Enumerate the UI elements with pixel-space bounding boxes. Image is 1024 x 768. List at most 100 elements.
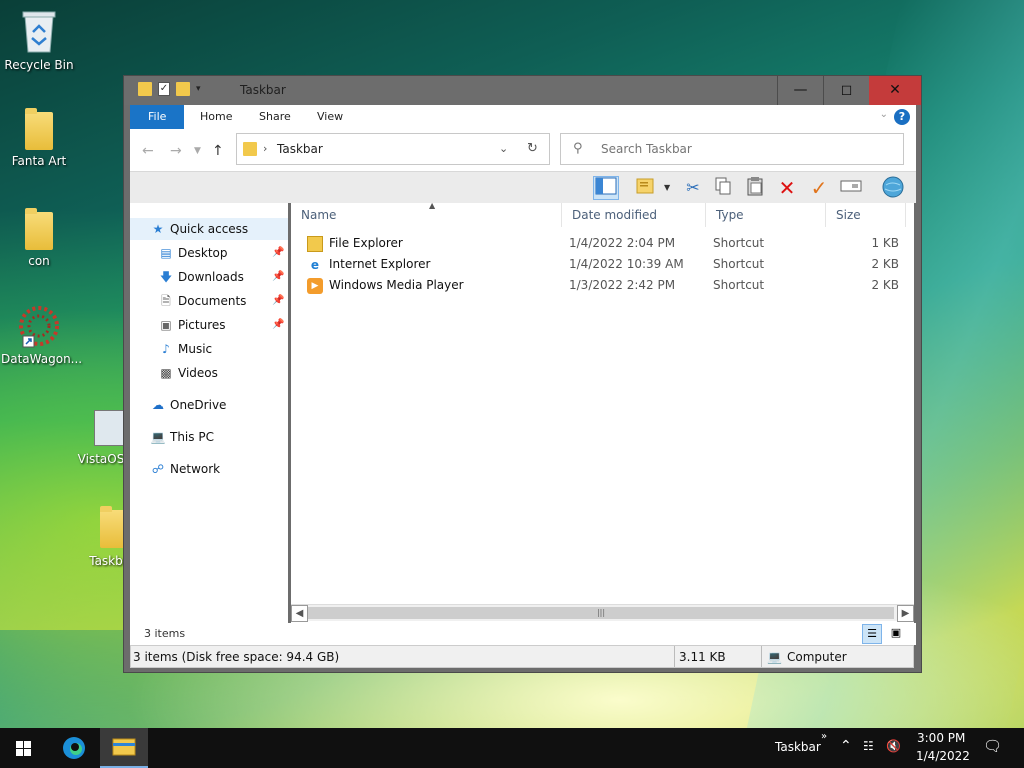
desktop-icon-fanta-art[interactable]: Fanta Art xyxy=(1,108,77,168)
scroll-right-icon[interactable]: ▶ xyxy=(897,605,914,622)
large-icons-view-icon[interactable]: ▣ xyxy=(886,624,906,644)
nav-item-quick-access[interactable]: ★ Quick access xyxy=(130,218,288,240)
document-icon: 🗎 xyxy=(161,294,171,308)
internet-explorer-icon: e xyxy=(310,258,320,272)
tab-file[interactable]: File xyxy=(130,105,185,129)
nav-item-desktop[interactable]: ▤ Desktop 📌 xyxy=(130,242,288,264)
pin-icon[interactable]: 📌 xyxy=(272,266,284,288)
nav-item-videos[interactable]: ▩ Videos xyxy=(130,362,288,384)
paste-icon[interactable] xyxy=(742,176,768,200)
file-list: ▲ Name Date modified Type Size File Expl… xyxy=(291,201,914,642)
address-dropdown-icon[interactable]: ⌄ xyxy=(499,142,508,155)
taskbar-edge[interactable] xyxy=(50,728,98,768)
table-row[interactable]: e Internet Explorer 1/4/2022 10:39 AM Sh… xyxy=(307,254,903,275)
file-explorer-icon xyxy=(307,236,323,252)
notifications-icon[interactable]: 🗨 xyxy=(983,737,1002,755)
forward-icon[interactable]: → xyxy=(170,143,182,159)
globe-icon[interactable] xyxy=(880,176,906,200)
table-row[interactable]: ▶ Windows Media Player 1/3/2022 2:42 PM … xyxy=(307,275,903,296)
desktop-icon-recycle-bin[interactable]: Recycle Bin xyxy=(1,8,77,72)
desktop-icon-label: VistaOS xyxy=(77,452,125,466)
show-hidden-icons-icon[interactable]: ⌃ xyxy=(840,738,852,754)
file-name: Windows Media Player xyxy=(329,278,464,292)
clock-date[interactable]: 1/4/2022 xyxy=(916,749,970,763)
table-row[interactable]: File Explorer 1/4/2022 2:04 PM Shortcut … xyxy=(307,233,903,254)
taskbar-file-explorer[interactable] xyxy=(100,728,148,768)
accept-icon[interactable]: ✓ xyxy=(806,176,832,200)
copy-icon[interactable] xyxy=(710,176,736,200)
horizontal-scrollbar[interactable]: ◀ ||| ▶ xyxy=(291,604,914,622)
file-name: Internet Explorer xyxy=(329,257,431,271)
nav-item-documents[interactable]: 🗎 Documents 📌 xyxy=(130,290,288,312)
nav-item-network[interactable]: ☍ Network xyxy=(130,458,288,480)
pin-icon[interactable]: 📌 xyxy=(272,242,284,264)
desktop-icon-vistaos[interactable]: VistaOS xyxy=(76,410,126,466)
refresh-icon[interactable]: ↻ xyxy=(527,141,538,156)
rename-icon[interactable] xyxy=(838,176,864,200)
minimize-button[interactable]: — xyxy=(777,76,823,105)
help-icon[interactable]: ? xyxy=(894,109,910,125)
new-folder-icon[interactable] xyxy=(633,176,659,200)
network-icon: ☍ xyxy=(151,462,165,476)
column-header-date[interactable]: Date modified xyxy=(562,203,706,227)
status-location: Computer xyxy=(787,650,847,664)
nav-item-label: This PC xyxy=(170,430,214,444)
search-box[interactable]: ⚲ xyxy=(560,133,904,165)
nav-item-this-pc[interactable]: 💻 This PC xyxy=(130,426,288,448)
column-header-type[interactable]: Type xyxy=(706,203,826,227)
nav-item-label: Documents xyxy=(178,294,247,308)
desktop-icon-taskbar-folder[interactable]: Taskb xyxy=(86,506,128,568)
nav-item-pictures[interactable]: ▣ Pictures 📌 xyxy=(130,314,288,336)
maximize-button[interactable]: ◻ xyxy=(823,76,869,105)
clock-time[interactable]: 3:00 PM xyxy=(917,731,965,745)
taskbar-toolbar-label[interactable]: Taskbar xyxy=(775,740,821,754)
start-button[interactable] xyxy=(0,728,48,768)
customize-toolbar-icon[interactable]: ▾ xyxy=(196,84,201,94)
search-input[interactable] xyxy=(601,140,891,158)
new-folder-dropdown-icon[interactable]: ▼ xyxy=(664,183,670,192)
breadcrumb-chevron-icon[interactable]: › xyxy=(263,142,267,155)
pin-icon[interactable]: 📌 xyxy=(272,290,284,312)
status-summary: 3 items (Disk free space: 94.4 GB) xyxy=(133,650,340,664)
breadcrumb[interactable]: Taskbar xyxy=(277,142,323,156)
details-view-icon[interactable]: ☰ xyxy=(862,624,882,644)
close-button[interactable]: ✕ xyxy=(869,76,921,105)
nav-item-music[interactable]: ♪ Music xyxy=(130,338,288,360)
desktop-icon-datawagon[interactable]: DataWagon... xyxy=(1,306,82,366)
network-tray-icon[interactable]: ☷ xyxy=(863,739,874,753)
expand-ribbon-icon[interactable]: ⌄ xyxy=(880,109,888,120)
column-header-name[interactable]: Name xyxy=(291,203,562,227)
address-bar[interactable]: › Taskbar ⌄ ↻ xyxy=(236,133,550,165)
new-folder-icon[interactable] xyxy=(176,82,190,96)
tab-home[interactable]: Home xyxy=(186,105,246,129)
pin-icon[interactable]: 📌 xyxy=(272,314,284,336)
tab-view[interactable]: View xyxy=(303,105,357,129)
preview-pane-icon[interactable] xyxy=(593,176,619,200)
properties-icon[interactable]: ✓ xyxy=(158,82,170,96)
recent-locations-icon[interactable]: ▼ xyxy=(194,146,201,156)
volume-muted-icon[interactable]: 🔇 xyxy=(886,739,901,753)
folder-icon xyxy=(25,108,53,150)
scroll-left-icon[interactable]: ◀ xyxy=(291,605,308,622)
nav-item-onedrive[interactable]: ☁ OneDrive xyxy=(130,394,288,416)
delete-icon[interactable]: ✕ xyxy=(774,176,800,200)
desktop-icon: ▤ xyxy=(160,246,172,260)
desktop-icon-con[interactable]: con xyxy=(1,208,77,268)
nav-item-downloads[interactable]: 🡇 Downloads 📌 xyxy=(130,266,288,288)
cut-icon[interactable]: ✂ xyxy=(680,176,706,200)
file-size: 2 KB xyxy=(871,257,899,271)
nav-item-label: Desktop xyxy=(178,246,228,260)
title-bar[interactable]: ✓ ▾ Taskbar — ◻ ✕ xyxy=(124,76,921,105)
status-size: 3.11 KB xyxy=(679,650,726,664)
toolbar-overflow-icon[interactable]: » xyxy=(821,731,827,742)
back-icon[interactable]: ← xyxy=(142,143,154,159)
computer-icon: 💻 xyxy=(767,650,782,664)
tab-share[interactable]: Share xyxy=(245,105,305,129)
column-header-size[interactable]: Size xyxy=(826,203,906,227)
desktop-icon-label: DataWagon... xyxy=(1,352,83,366)
up-icon[interactable]: ↑ xyxy=(212,143,224,159)
command-toolbar: ▼ ✂ ✕ ✓ xyxy=(130,171,916,203)
status-divider xyxy=(761,646,762,667)
file-type: Shortcut xyxy=(713,257,765,271)
scrollbar-thumb[interactable]: ||| xyxy=(308,607,894,619)
